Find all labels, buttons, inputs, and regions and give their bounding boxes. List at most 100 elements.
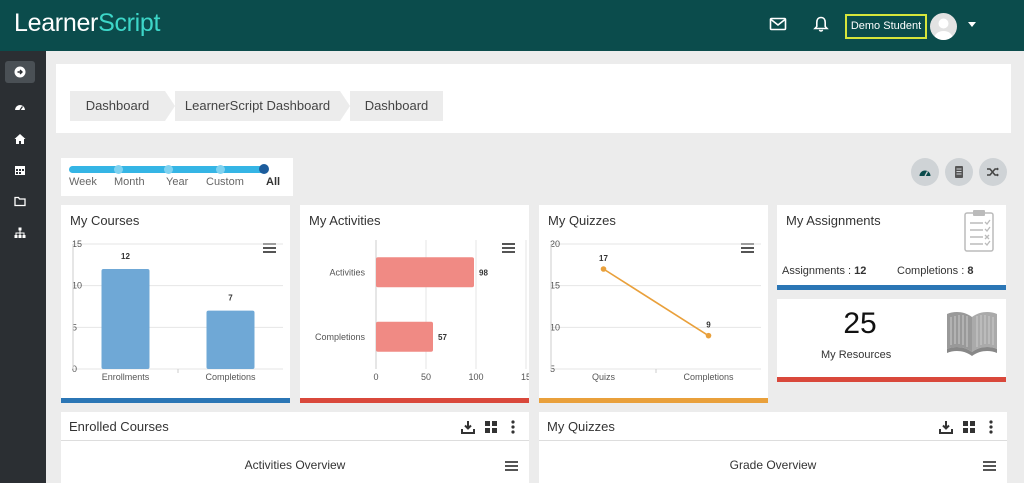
y-tick-label: Completions [315, 332, 366, 342]
my-activities-chart: 0 50 100 15 98 Activities 57 Completions [315, 240, 529, 382]
my-activities-accent-bar [300, 398, 529, 403]
data-label: 9 [706, 321, 711, 330]
data-label: 7 [228, 294, 233, 303]
download-icon[interactable] [939, 420, 953, 434]
sidebar-item-files[interactable] [5, 190, 35, 212]
resources-count: 25 [843, 307, 877, 340]
dashboard-gauge-icon [15, 105, 25, 111]
resources-label: My Resources [821, 349, 892, 361]
my-courses-card: My Courses 0 5 10 15 12 Enrollments 7 Completio… [61, 205, 290, 403]
assignments-stat: Assignments : 12 [782, 265, 866, 277]
home-icon [14, 134, 26, 144]
filter-option-all[interactable]: All [266, 176, 280, 188]
my-activities-card: My Activities 0 50 100 15 98 Activities 57 Comp… [300, 205, 529, 403]
data-label: 12 [121, 252, 130, 261]
my-quizzes-chart: 510152017Quizs9Completions [550, 239, 761, 382]
activities-overview-title: Activities Overview [244, 458, 346, 472]
bar [206, 310, 255, 369]
my-quizzes-accent-bar [539, 398, 768, 403]
filter-slider-handle[interactable] [259, 164, 269, 174]
assignments-stat-label: Assignments : [782, 265, 855, 277]
enrolled-courses-panel: Enrolled Courses Activities Overview [61, 412, 529, 483]
more-vertical-icon[interactable] [988, 420, 994, 434]
data-point [705, 332, 712, 339]
user-menu-caret-icon[interactable] [968, 22, 976, 27]
calendar-icon [15, 166, 25, 175]
user-avatar[interactable] [930, 13, 957, 40]
my-quizzes-panel-header: My Quizzes [539, 412, 1007, 441]
enrolled-courses-header: Enrolled Courses [61, 412, 529, 441]
completions-stat-label: Completions : [897, 265, 968, 277]
data-label: 17 [599, 254, 608, 263]
filter-option-year[interactable]: Year [166, 176, 188, 188]
chart-menu-icon[interactable] [983, 461, 996, 471]
my-assignments-card: My Assignments Assignments : 12 Completi… [777, 205, 1006, 290]
breadcrumb-item-dashboard[interactable]: Dashboard [70, 91, 165, 121]
shuffle-icon [987, 167, 999, 177]
x-tick-label: 15 [521, 372, 529, 382]
more-vertical-icon[interactable] [510, 420, 516, 434]
bar [376, 321, 433, 352]
sitemap-icon [14, 227, 26, 238]
sidebar-item-hierarchy[interactable] [5, 222, 35, 244]
my-quizzes-card: My Quizzes 5 10 15 20 17 Quizs 9 Completions [539, 205, 768, 403]
completions-stat: Completions : 8 [897, 265, 973, 277]
x-tick-label: Completions [205, 372, 256, 382]
sidebar [0, 51, 46, 483]
data-label: 57 [438, 333, 447, 342]
filter-slider-stop[interactable] [164, 165, 173, 174]
open-book-icon [947, 312, 997, 356]
x-tick-label: 100 [468, 372, 483, 382]
grid-view-icon[interactable] [962, 420, 976, 434]
my-courses-accent-bar [61, 398, 290, 403]
breadcrumb-item-learnerscript-dashboard[interactable]: LearnerScript Dashboard [175, 91, 340, 121]
time-filter: Week Month Year Custom All [61, 158, 293, 196]
my-resources-accent-bar [777, 377, 1006, 382]
x-tick-label: Enrollments [102, 372, 150, 382]
clipboard-checklist-icon [964, 210, 994, 252]
breadcrumb-arrow [340, 91, 350, 121]
filter-option-week[interactable]: Week [69, 176, 97, 188]
series-line [603, 268, 709, 337]
sidebar-item-dashboard[interactable] [5, 96, 35, 118]
arrow-right-circle-icon [14, 66, 26, 78]
logo-text-part1: Learner [14, 9, 99, 37]
filter-slider-stop[interactable] [114, 165, 123, 174]
dashboard-view-button[interactable] [911, 158, 939, 186]
bar [101, 269, 150, 369]
y-tick-label: Activities [329, 267, 365, 277]
grid-view-icon[interactable] [484, 420, 498, 434]
my-quizzes-panel-title: My Quizzes [547, 419, 615, 434]
filter-option-custom[interactable]: Custom [206, 176, 244, 188]
y-tick-label: 20 [550, 239, 560, 249]
data-label: 98 [479, 268, 488, 277]
assignments-stat-value: 12 [854, 265, 867, 277]
report-icon [955, 166, 963, 178]
sidebar-item-home[interactable] [5, 128, 35, 150]
x-tick-label: 0 [373, 372, 378, 382]
app-logo[interactable]: LearnerScript [14, 9, 160, 38]
my-courses-chart: 05101512Enrollments7Completions [72, 239, 283, 382]
my-assignments-title: My Assignments [786, 213, 881, 228]
user-name-button[interactable]: Demo Student [845, 14, 927, 39]
bell-icon[interactable] [812, 15, 832, 35]
my-resources-card: 25 My Resources [777, 299, 1006, 382]
shuffle-button[interactable] [979, 158, 1007, 186]
filter-slider-stop[interactable] [216, 165, 225, 174]
sidebar-toggle-button[interactable] [5, 61, 35, 83]
download-icon[interactable] [461, 420, 475, 434]
x-tick-label: 50 [421, 372, 431, 382]
y-tick-label: 10 [550, 322, 560, 332]
enrolled-courses-title: Enrolled Courses [69, 419, 169, 434]
sidebar-item-calendar[interactable] [5, 159, 35, 181]
bar [376, 257, 474, 288]
mail-icon[interactable] [769, 15, 789, 35]
report-button[interactable] [945, 158, 973, 186]
grade-overview-title: Grade Overview [729, 458, 817, 472]
breadcrumb-item-current-dashboard[interactable]: Dashboard [350, 91, 443, 121]
completions-stat-value: 8 [967, 265, 974, 277]
dashboard-icon [919, 170, 931, 177]
chart-menu-icon[interactable] [505, 461, 518, 471]
filter-option-month[interactable]: Month [114, 176, 145, 188]
my-quizzes-panel: My Quizzes Grade Overview [539, 412, 1007, 483]
